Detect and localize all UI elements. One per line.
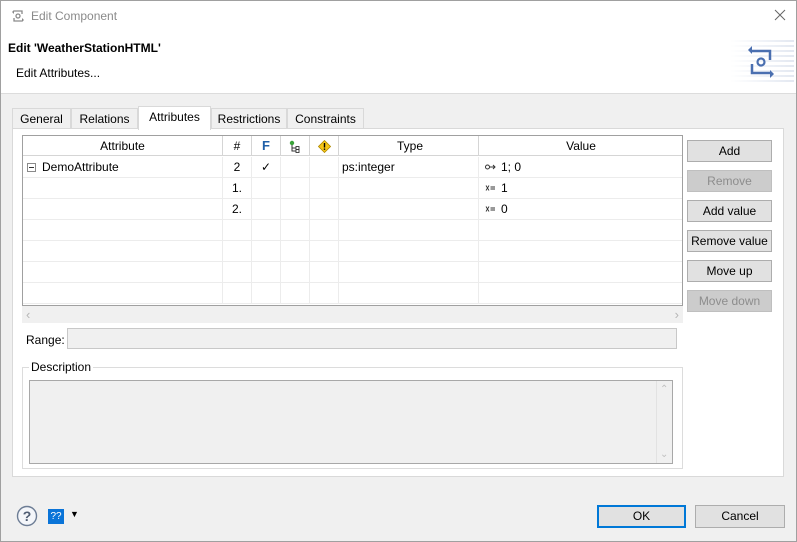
f-cell[interactable]: ✓ — [252, 157, 281, 177]
dropdown-arrow-icon[interactable]: ▼ — [70, 509, 79, 519]
warning-cell — [310, 199, 339, 219]
hierarchy-icon — [289, 140, 300, 153]
description-group: Description ⌃ ⌄ — [22, 360, 683, 469]
f-cell[interactable] — [252, 199, 281, 219]
component-icon — [12, 10, 24, 22]
move-down-button[interactable]: Move down — [687, 290, 772, 312]
table-row[interactable]: DemoAttribute 2 ✓ ps:integer 1; 0 — [23, 157, 682, 178]
help-icon[interactable]: ? — [16, 505, 38, 527]
empty-table-row — [23, 241, 682, 262]
range-field[interactable] — [67, 328, 677, 349]
dialog-header: Edit 'WeatherStationHTML' Edit Attribute… — [1, 32, 796, 94]
scroll-up-icon[interactable]: ⌃ — [660, 384, 668, 395]
ok-button[interactable]: OK — [597, 505, 686, 528]
empty-table-row — [23, 262, 682, 283]
assign-value-icon — [485, 185, 495, 191]
cancel-button[interactable]: Cancel — [695, 505, 785, 528]
description-label: Description — [29, 360, 94, 374]
hierarchy-cell — [281, 178, 310, 198]
window-title: Edit Component — [31, 9, 118, 23]
assign-value-icon — [485, 206, 495, 212]
attribute-cell: DemoAttribute — [23, 157, 223, 177]
title-bar: Edit Component — [1, 1, 796, 32]
component-banner-icon — [730, 40, 794, 82]
empty-table-row — [23, 220, 682, 241]
value-cell[interactable]: 0 — [479, 199, 682, 219]
tab-attributes[interactable]: Attributes — [138, 106, 211, 130]
column-header-warning[interactable] — [310, 136, 339, 156]
move-up-button[interactable]: Move up — [687, 260, 772, 282]
edit-component-dialog: Edit Component Edit 'WeatherStationHTML'… — [0, 0, 797, 542]
value-cell[interactable]: 1; 0 — [479, 157, 682, 177]
add-button[interactable]: Add — [687, 140, 772, 162]
column-header-type[interactable]: Type — [339, 136, 479, 156]
type-cell[interactable]: ps:integer — [339, 157, 479, 177]
hierarchy-cell — [281, 199, 310, 219]
tab-restrictions[interactable]: Restrictions — [211, 108, 287, 130]
scroll-down-icon[interactable]: ⌄ — [660, 449, 668, 460]
list-value-icon — [485, 164, 496, 170]
collapse-icon[interactable] — [27, 163, 36, 172]
language-badge[interactable]: ?? — [48, 509, 64, 524]
count-cell: 1. — [223, 178, 252, 198]
scroll-right-icon[interactable]: › — [675, 307, 679, 322]
type-cell[interactable] — [339, 178, 479, 198]
type-cell[interactable] — [339, 199, 479, 219]
warning-cell — [310, 178, 339, 198]
count-cell: 2. — [223, 199, 252, 219]
column-header-hierarchy[interactable] — [281, 136, 310, 156]
range-label: Range: — [26, 333, 65, 347]
table-row[interactable]: 2. 0 — [23, 199, 682, 220]
attributes-panel: Attribute # F Type Value DemoAttribute 2… — [12, 128, 784, 477]
value-text: 1; 0 — [501, 160, 522, 174]
column-header-attribute[interactable]: Attribute — [23, 136, 223, 156]
column-header-f[interactable]: F — [252, 136, 281, 156]
value-text: 1 — [501, 181, 508, 195]
hierarchy-cell — [281, 157, 310, 177]
add-value-button[interactable]: Add value — [687, 200, 772, 222]
column-header-count[interactable]: # — [223, 136, 252, 156]
attributes-table[interactable]: Attribute # F Type Value DemoAttribute 2… — [22, 135, 683, 306]
tab-general[interactable]: General — [12, 108, 71, 130]
value-cell[interactable]: 1 — [479, 178, 682, 198]
column-header-value[interactable]: Value — [479, 136, 682, 156]
tab-relations[interactable]: Relations — [71, 108, 138, 130]
warning-icon — [317, 140, 331, 154]
remove-value-button[interactable]: Remove value — [687, 230, 772, 252]
remove-button[interactable]: Remove — [687, 170, 772, 192]
scroll-left-icon[interactable]: ‹ — [26, 307, 30, 322]
svg-text:?: ? — [23, 508, 32, 524]
empty-table-row — [23, 283, 682, 304]
f-cell[interactable] — [252, 178, 281, 198]
attribute-name: DemoAttribute — [42, 160, 119, 174]
horizontal-scrollbar[interactable]: ‹ › — [22, 306, 683, 323]
warning-cell — [310, 157, 339, 177]
attribute-cell — [23, 199, 223, 219]
tab-constraints[interactable]: Constraints — [287, 108, 364, 130]
attribute-cell — [23, 178, 223, 198]
close-icon[interactable] — [772, 7, 788, 23]
count-cell: 2 — [223, 157, 252, 177]
vertical-scrollbar[interactable]: ⌃ ⌄ — [656, 381, 672, 463]
table-row[interactable]: 1. 1 — [23, 178, 682, 199]
table-header: Attribute # F Type Value — [23, 136, 682, 156]
dialog-heading: Edit 'WeatherStationHTML' — [8, 41, 161, 55]
value-text: 0 — [501, 202, 508, 216]
description-textarea[interactable]: ⌃ ⌄ — [29, 380, 673, 464]
dialog-subtitle: Edit Attributes... — [16, 66, 101, 80]
